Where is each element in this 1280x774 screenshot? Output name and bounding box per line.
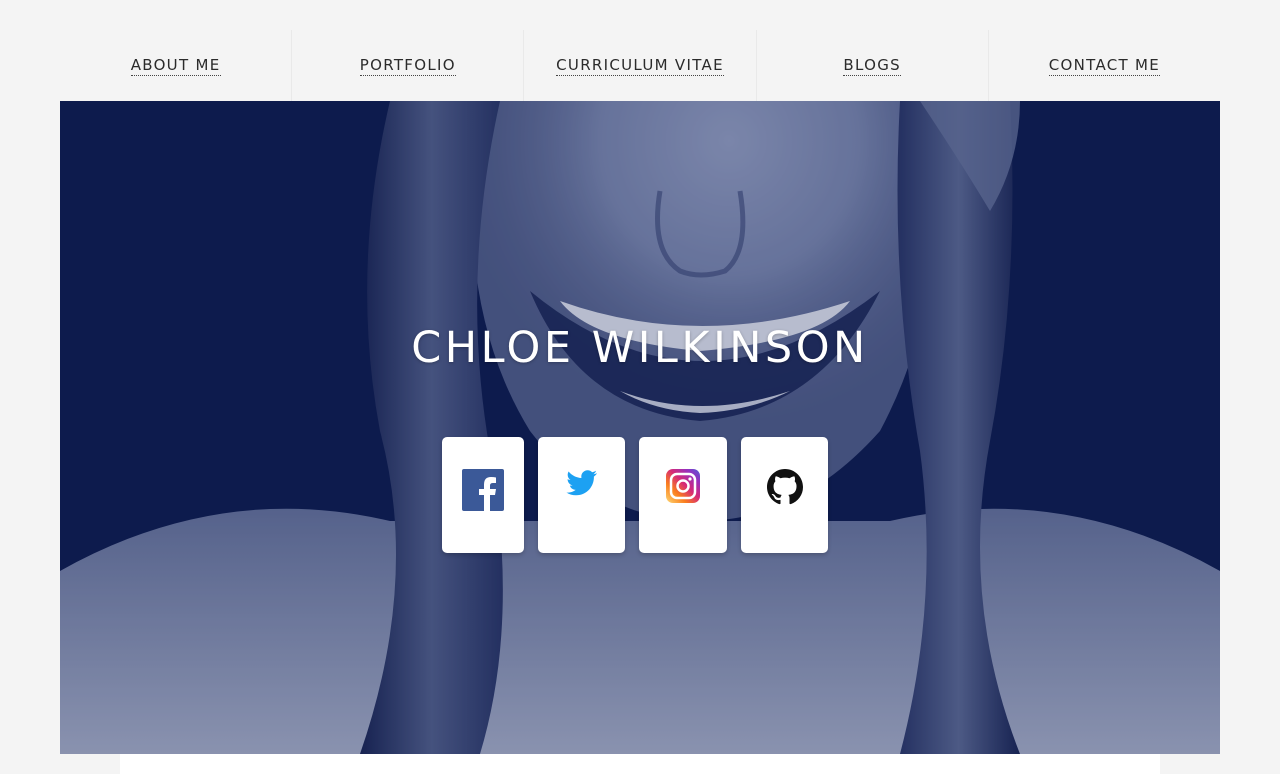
main-nav: ABOUT ME PORTFOLIO CURRICULUM VITAE BLOG…	[60, 30, 1220, 101]
nav-item-about-me[interactable]: ABOUT ME	[60, 30, 293, 101]
nav-item-portfolio[interactable]: PORTFOLIO	[292, 30, 525, 101]
hero-section: CHLOE WILKINSON	[60, 101, 1220, 754]
nav-link-portfolio[interactable]: PORTFOLIO	[359, 56, 456, 76]
instagram-icon	[666, 469, 700, 503]
nav-link-curriculum-vitae[interactable]: CURRICULUM VITAE	[556, 56, 724, 76]
social-links	[60, 437, 1220, 553]
github-button[interactable]	[741, 437, 828, 553]
nav-link-about-me[interactable]: ABOUT ME	[130, 56, 221, 76]
hero-name-title: CHLOE WILKINSON	[411, 323, 869, 373]
nav-item-blogs[interactable]: BLOGS	[757, 30, 989, 101]
nav-link-contact-me[interactable]: CONTACT ME	[1048, 56, 1161, 76]
nav-item-curriculum-vitae[interactable]: CURRICULUM VITAE	[524, 30, 757, 101]
content-card	[120, 754, 1160, 774]
twitter-icon	[565, 470, 597, 496]
facebook-icon	[462, 469, 504, 511]
twitter-button[interactable]	[538, 437, 625, 553]
facebook-button[interactable]	[442, 437, 524, 553]
nav-link-blogs[interactable]: BLOGS	[843, 56, 901, 76]
github-icon	[766, 469, 803, 505]
hero-background-image	[60, 101, 1220, 754]
nav-item-contact-me[interactable]: CONTACT ME	[989, 30, 1220, 101]
instagram-button[interactable]	[639, 437, 727, 553]
